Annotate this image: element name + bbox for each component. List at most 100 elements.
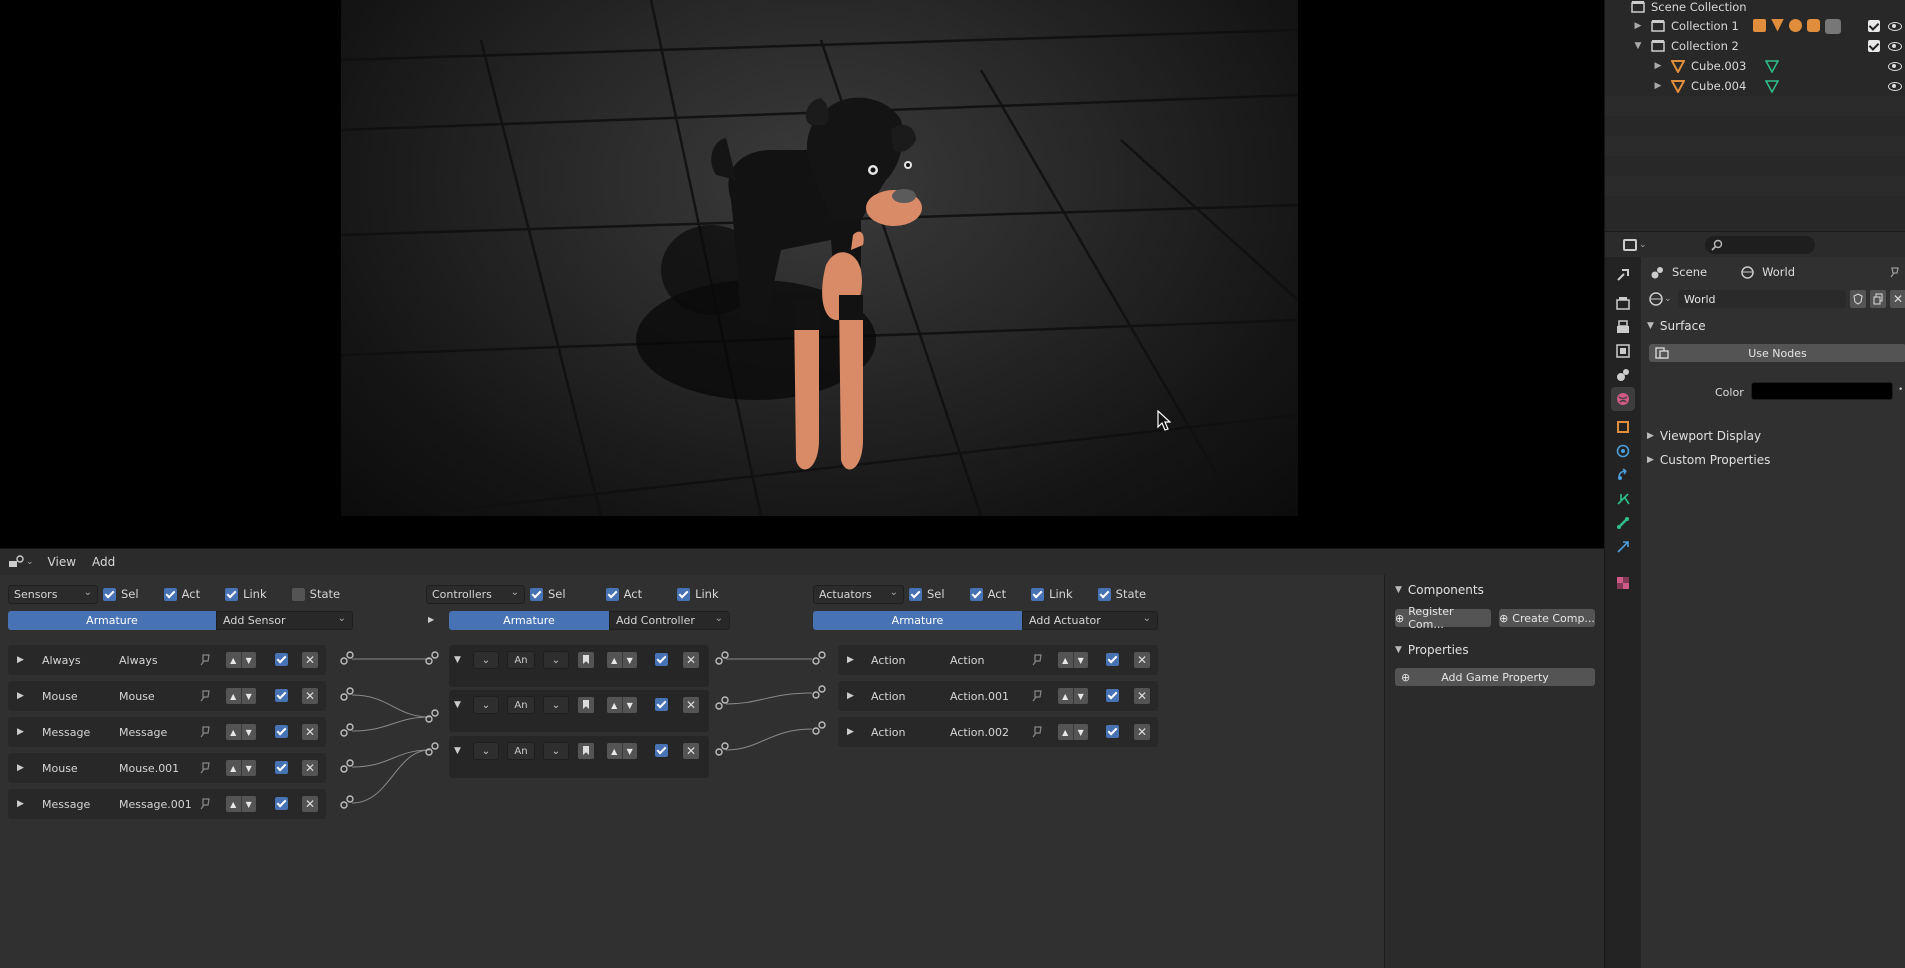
add-menu[interactable]: Add (84, 555, 123, 569)
physics-icon (1616, 444, 1630, 458)
world-browse-button[interactable]: ⌄ (1649, 290, 1673, 308)
add-property-label: Add Game Property (1441, 670, 1549, 684)
link-wire (351, 716, 431, 732)
duplicate-icon (1873, 293, 1883, 305)
mesh-data-icon (1753, 18, 1766, 32)
outliner-row-collection-2[interactable]: ▼ Collection 2 (1605, 36, 1905, 56)
fake-user-button[interactable] (1850, 290, 1866, 308)
tool-icon (1617, 269, 1629, 281)
eye-icon[interactable] (1888, 61, 1902, 71)
texture-icon (1617, 577, 1629, 589)
chevron-down-icon: ⌄ (1639, 240, 1647, 250)
close-icon: ✕ (1892, 292, 1904, 306)
view-menu[interactable]: View (40, 555, 84, 569)
add-circle-icon: ⊕ (1401, 670, 1411, 684)
editor-type-button[interactable]: ⌄ (1623, 236, 1649, 254)
link-icon (812, 651, 826, 665)
render-tab[interactable] (1611, 291, 1635, 315)
link-icon (425, 651, 439, 665)
color-swatch[interactable] (1751, 382, 1893, 400)
register-component-button[interactable]: ⊕ Register Com... (1395, 605, 1491, 631)
view-layer-icon (1616, 344, 1630, 358)
outliner-label: Cube.004 (1691, 79, 1747, 93)
world-name-field[interactable]: World (1678, 290, 1846, 308)
logic-editor-header: ⌄ View Add (0, 549, 1604, 575)
breadcrumb-world: World (1762, 265, 1796, 279)
scene-tab[interactable] (1611, 363, 1635, 387)
outliner-row-cube-004[interactable]: ▶ Cube.004 (1605, 76, 1905, 96)
pin-icon[interactable] (1888, 266, 1900, 278)
render-view[interactable] (341, 0, 1298, 516)
bone-constraints-tab[interactable] (1611, 535, 1635, 559)
expand-right-icon[interactable]: ▶ (1633, 21, 1643, 31)
logic-links (340, 651, 826, 809)
link-wire (351, 694, 431, 718)
outliner-row-cube-003[interactable]: ▶ Cube.003 (1605, 56, 1905, 76)
link-icon (812, 721, 826, 735)
properties-search-input[interactable] (1705, 236, 1815, 254)
link-icon (340, 687, 354, 701)
expand-right-icon[interactable]: ▶ (1653, 61, 1663, 71)
3d-viewport[interactable] (0, 0, 1604, 548)
texture-tab[interactable] (1611, 571, 1635, 595)
register-label: Register Com... (1408, 605, 1454, 631)
expand-right-icon[interactable]: ▶ (1653, 81, 1663, 91)
add-circle-icon: ⊕ (1499, 611, 1509, 625)
mesh-icon (1771, 18, 1784, 32)
constraints-tab[interactable] (1611, 463, 1635, 487)
search-icon (1711, 239, 1723, 251)
link-icon (425, 742, 439, 756)
eye-icon[interactable] (1888, 41, 1902, 51)
object-data-tab[interactable] (1611, 487, 1635, 511)
mesh-data-icon (1765, 60, 1779, 73)
surface-panel-header[interactable]: ▼ Surface (1647, 319, 1706, 333)
collection-content-icons (1753, 18, 1841, 34)
mesh-object-icon (1671, 60, 1685, 73)
world-datablock-buttons: ✕ (1850, 290, 1905, 308)
output-tab[interactable] (1611, 315, 1635, 339)
properties-panel-header[interactable]: ▼ Properties (1395, 643, 1469, 657)
outliner-row-collection-1[interactable]: ▶ Collection 1 (1605, 16, 1905, 36)
exclude-checkbox[interactable] (1868, 20, 1880, 32)
world-icon (1649, 292, 1663, 306)
components-panel-header[interactable]: ▼ Components (1395, 583, 1484, 597)
eye-icon[interactable] (1888, 21, 1902, 31)
outliner-empty-row (1605, 96, 1905, 116)
link-wire (725, 692, 813, 705)
light-icon (1789, 18, 1802, 32)
properties-tabs[interactable] (1605, 257, 1641, 968)
object-tab[interactable] (1611, 415, 1635, 439)
expand-down-icon[interactable]: ▼ (1633, 41, 1643, 51)
tool-tab[interactable] (1611, 263, 1635, 287)
properties-editor[interactable]: ⌄ Scene World ⌄ World ✕ ▼ Surface Use No… (1604, 231, 1905, 968)
eye-icon[interactable] (1888, 81, 1902, 91)
output-icon (1617, 320, 1629, 333)
new-world-button[interactable] (1870, 290, 1886, 308)
keyframe-dot-icon[interactable]: • (1898, 385, 1903, 395)
viewport-display-panel-header[interactable]: ▶ Viewport Display (1647, 429, 1761, 443)
use-nodes-button[interactable]: Use Nodes (1649, 344, 1905, 362)
world-tab[interactable] (1611, 387, 1635, 411)
view-layer-tab[interactable] (1611, 339, 1635, 363)
unlink-world-button[interactable]: ✕ (1890, 290, 1905, 308)
add-circle-icon: ⊕ (1395, 611, 1405, 625)
bone-tab[interactable] (1611, 511, 1635, 535)
armature-icon (1825, 18, 1841, 34)
custom-properties-panel-header[interactable]: ▶ Custom Properties (1647, 453, 1770, 467)
outliner-row-scene-collection[interactable]: Scene Collection (1605, 0, 1905, 17)
outliner[interactable]: Scene Collection ▶ Collection 1 ▼ Collec… (1604, 0, 1905, 231)
logic-bricks-area[interactable]: Sensors Sel Act Link State Armature Add … (0, 575, 1384, 968)
create-component-button[interactable]: ⊕ Create Comp... (1499, 609, 1595, 627)
world-properties[interactable]: Scene World ⌄ World ✕ ▼ Surface Use Node… (1641, 257, 1905, 968)
logic-sidebar[interactable]: ▼ Components ⊕ Register Com... ⊕ Create Co… (1384, 575, 1604, 968)
exclude-checkbox[interactable] (1868, 40, 1880, 52)
physics-tab[interactable] (1611, 439, 1635, 463)
viewport-display-label: Viewport Display (1659, 429, 1762, 443)
link-icon (812, 685, 826, 699)
link-wire (725, 728, 813, 751)
add-game-property-button[interactable]: ⊕ Add Game Property (1395, 668, 1595, 686)
editor-type-button[interactable]: ⌄ (8, 555, 34, 569)
components-label: Components (1407, 583, 1484, 597)
use-nodes-label: Use Nodes (1748, 346, 1807, 360)
logic-editor[interactable]: ⌄ View Add Sensors Sel Act Link State Ar… (0, 548, 1604, 968)
